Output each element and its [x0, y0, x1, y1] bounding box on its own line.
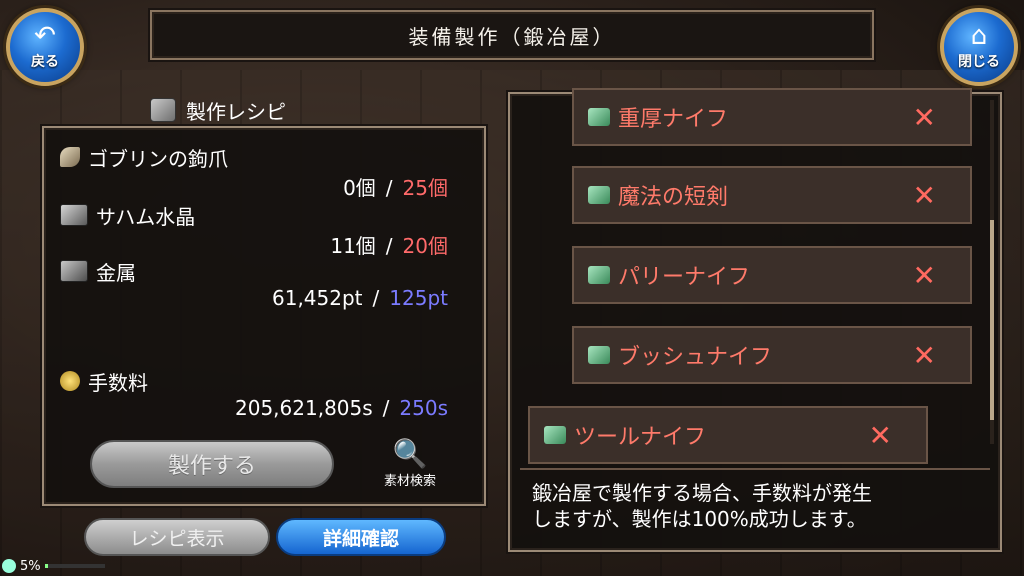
recipe-heading: 製作レシピ: [186, 99, 286, 124]
unavailable-mark-icon: ✕: [912, 178, 936, 212]
list-item[interactable]: 魔法の短剣 ✕: [572, 166, 972, 224]
material-quantity: 0個 / 25個: [60, 172, 460, 202]
fee-name-row: 手数料: [60, 366, 460, 396]
fee-quantity: 205,621,805s / 250s: [60, 396, 460, 426]
fee-have: 205,621,805s: [235, 396, 373, 420]
page-title: 装備製作（鍛冶屋）: [408, 24, 616, 49]
recipe-header: 製作レシピ: [150, 94, 330, 126]
metal-icon: [60, 260, 88, 282]
unavailable-mark-icon: ✕: [912, 258, 936, 292]
close-label: 閉じる: [958, 54, 1000, 70]
battery-bar: [44, 564, 105, 568]
quantity-separator: /: [385, 234, 393, 258]
item-name: ツールナイフ: [574, 425, 707, 450]
claw-icon: [60, 147, 80, 167]
unavailable-mark-icon: ✕: [868, 418, 892, 452]
fee-name: 手数料: [88, 370, 148, 395]
material-row: サハム水晶 11個 / 20個: [60, 200, 460, 260]
list-scrollbar[interactable]: [990, 100, 994, 444]
material-search-label: 素材検索: [383, 474, 436, 489]
make-button-label: 製作する: [167, 454, 256, 479]
quantity-separator: /: [385, 176, 393, 200]
material-need: 20個: [402, 234, 448, 258]
fee-need: 250s: [399, 396, 448, 420]
list-item-selected[interactable]: ツールナイフ ✕: [528, 406, 928, 464]
unavailable-mark-icon: ✕: [912, 338, 936, 372]
unavailable-mark-icon: ✕: [912, 100, 936, 134]
quantity-separator: /: [372, 286, 380, 310]
material-name-row: 金属: [60, 256, 460, 286]
battery-percent: 5%: [20, 558, 41, 574]
info-line: 鍛冶屋で製作する場合、手数料が発生: [532, 481, 872, 505]
material-quantity: 61,452pt / 125pt: [60, 286, 460, 316]
material-need: 125pt: [389, 286, 448, 310]
fee-row: 手数料 205,621,805s / 250s: [60, 366, 460, 426]
scroll-thumb[interactable]: [990, 220, 994, 420]
quantity-separator: /: [382, 396, 390, 420]
crystal-icon: [60, 204, 88, 226]
list-item[interactable]: ブッシュナイフ ✕: [572, 326, 972, 384]
item-icon: [544, 426, 566, 444]
item-name: ブッシュナイフ: [618, 345, 773, 370]
recipe-view-label: レシピ表示: [129, 527, 225, 550]
status-bar: 5%: [0, 556, 105, 576]
item-icon: [588, 266, 610, 284]
material-row: 金属 61,452pt / 125pt: [60, 256, 460, 316]
back-arrow-icon: ↶: [34, 21, 56, 51]
material-search-button[interactable]: 🔍 素材検索: [368, 438, 452, 498]
detail-button[interactable]: 詳細確認: [276, 518, 446, 556]
material-name-row: ゴブリンの鉤爪: [60, 142, 460, 172]
back-button[interactable]: ↶ 戻る: [6, 8, 84, 86]
battery-fill: [44, 564, 48, 568]
material-have: 0個: [343, 176, 376, 200]
make-button[interactable]: 製作する: [90, 440, 334, 488]
battery-icon: [2, 559, 16, 573]
title-bar: 装備製作（鍛冶屋）: [150, 10, 874, 60]
close-button[interactable]: ⌂ 閉じる: [940, 8, 1018, 86]
info-box: 鍛冶屋で製作する場合、手数料が発生 しますが、製作は100%成功します。: [520, 468, 990, 546]
recipe-book-icon: [150, 98, 176, 122]
magnifier-icon: 🔍: [392, 437, 428, 470]
material-name: サハム水晶: [96, 204, 196, 229]
material-need: 25個: [402, 176, 448, 200]
item-icon: [588, 346, 610, 364]
info-line: しますが、製作は100%成功します。: [532, 507, 867, 531]
material-name: 金属: [96, 260, 136, 285]
item-name: 重厚ナイフ: [618, 107, 729, 132]
back-label: 戻る: [31, 54, 59, 70]
item-icon: [588, 186, 610, 204]
list-item[interactable]: パリーナイフ ✕: [572, 246, 972, 304]
material-have: 11個: [330, 234, 376, 258]
recipe-view-button[interactable]: レシピ表示: [84, 518, 270, 556]
detail-label: 詳細確認: [322, 527, 399, 550]
home-icon: ⌂: [970, 21, 988, 51]
item-name: パリーナイフ: [618, 265, 751, 290]
material-row: ゴブリンの鉤爪 0個 / 25個: [60, 142, 460, 202]
material-name-row: サハム水晶: [60, 200, 460, 230]
item-name: 魔法の短剣: [618, 185, 729, 210]
list-item[interactable]: 重厚ナイフ ✕: [572, 88, 972, 146]
item-icon: [588, 108, 610, 126]
material-name: ゴブリンの鉤爪: [88, 146, 228, 171]
material-have: 61,452pt: [272, 286, 363, 310]
coins-icon: [60, 371, 80, 391]
